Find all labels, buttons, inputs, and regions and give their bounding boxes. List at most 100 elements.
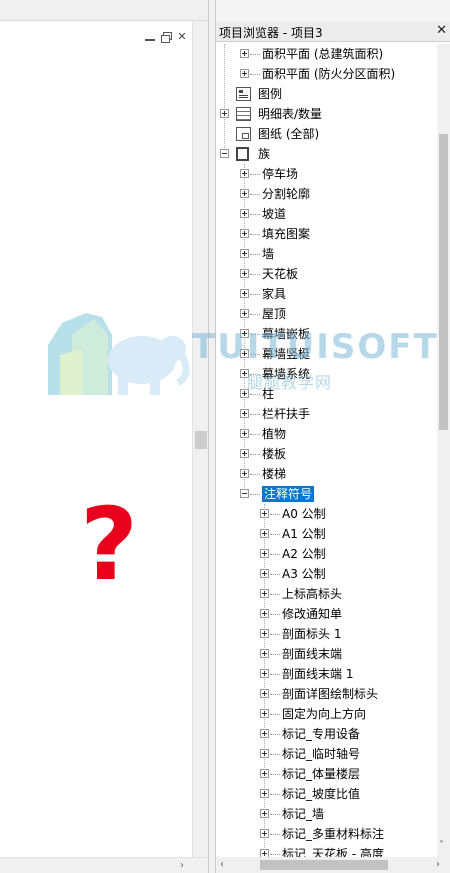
tree-item[interactable]: 停车场: [216, 164, 437, 184]
expand-icon[interactable]: [240, 269, 249, 278]
expand-icon[interactable]: [260, 789, 269, 798]
tree-item[interactable]: 楼梯: [216, 464, 437, 484]
expand-icon[interactable]: [260, 549, 269, 558]
tree-leaf-item[interactable]: 标记_墙: [216, 804, 437, 824]
tree-item[interactable]: 填充图案: [216, 224, 437, 244]
expand-icon[interactable]: [260, 509, 269, 518]
tree-leaf-item[interactable]: 修改通知单: [216, 604, 437, 624]
tree-leaf-item[interactable]: 剖面线末端 1: [216, 664, 437, 684]
tree-leaf-item[interactable]: 剖面详图绘制标头: [216, 684, 437, 704]
view-vertical-scroll-thumb[interactable]: [195, 431, 207, 449]
close-icon[interactable]: ✕: [176, 31, 188, 43]
tree-leaf-item[interactable]: A1 公制: [216, 524, 437, 544]
tree-item[interactable]: 图例: [216, 84, 437, 104]
expand-icon[interactable]: [260, 569, 269, 578]
scroll-right-arrow-icon[interactable]: ›: [436, 858, 440, 872]
tree-leaf-item[interactable]: 标记_天花板 - 高度: [216, 844, 437, 857]
expand-icon[interactable]: [260, 649, 269, 658]
expand-icon[interactable]: [260, 629, 269, 638]
project-browser-title-bar[interactable]: 项目浏览器 - 项目3 ✕: [216, 22, 450, 42]
expand-icon[interactable]: [260, 669, 269, 678]
browser-vertical-scroll-thumb[interactable]: [439, 134, 448, 430]
expand-icon[interactable]: [260, 809, 269, 818]
expand-icon[interactable]: [260, 829, 269, 838]
tree-leaf-item[interactable]: 固定为向上方向: [216, 704, 437, 724]
close-icon[interactable]: ✕: [436, 23, 447, 38]
tree-item[interactable]: 墙: [216, 244, 437, 264]
tree-item[interactable]: 植物: [216, 424, 437, 444]
expand-icon[interactable]: [240, 429, 249, 438]
tree-leaf-item[interactable]: A2 公制: [216, 544, 437, 564]
tree-item[interactable]: 面积平面 (防火分区面积): [216, 64, 437, 84]
expand-icon[interactable]: [240, 349, 249, 358]
tree-item[interactable]: 家具: [216, 284, 437, 304]
expand-icon[interactable]: [240, 69, 249, 78]
tree-leaf-item[interactable]: A3 公制: [216, 564, 437, 584]
expand-icon[interactable]: [260, 529, 269, 538]
view-pane[interactable]: ✕ ? ›: [0, 0, 208, 873]
expand-icon[interactable]: [240, 249, 249, 258]
browser-horizontal-scrollbar[interactable]: ‹ ›: [216, 857, 450, 873]
expand-icon[interactable]: [260, 589, 269, 598]
scroll-right-arrow-icon[interactable]: ›: [180, 859, 184, 873]
tree-item[interactable]: 面积平面 (总建筑面积): [216, 44, 437, 64]
tree-item[interactable]: 柱: [216, 384, 437, 404]
tree-leaf-item[interactable]: 剖面线末端: [216, 644, 437, 664]
expand-icon[interactable]: [240, 49, 249, 58]
expand-icon[interactable]: [240, 229, 249, 238]
tree-leaf-item[interactable]: 剖面标头 1: [216, 624, 437, 644]
tree-item[interactable]: 明细表/数量: [216, 104, 437, 124]
tree-leaf-item[interactable]: 标记_专用设备: [216, 724, 437, 744]
scroll-down-arrow-icon[interactable]: ˅: [439, 839, 444, 853]
tree-item[interactable]: 栏杆扶手: [216, 404, 437, 424]
tree-leaf-item[interactable]: 标记_临时轴号: [216, 744, 437, 764]
minimize-icon[interactable]: [144, 31, 156, 43]
expand-icon[interactable]: [220, 109, 229, 118]
tree-item[interactable]: 分割轮廓: [216, 184, 437, 204]
tree-item[interactable]: 族: [216, 144, 437, 164]
expand-icon[interactable]: [240, 309, 249, 318]
expand-icon[interactable]: [240, 469, 249, 478]
tree-item[interactable]: 幕墙竖梃: [216, 344, 437, 364]
browser-vertical-scrollbar[interactable]: ˅: [437, 44, 450, 857]
tree-item[interactable]: 坡道: [216, 204, 437, 224]
expand-icon[interactable]: [240, 209, 249, 218]
tree-item[interactable]: 幕墙系统: [216, 364, 437, 384]
tree-item[interactable]: 天花板: [216, 264, 437, 284]
collapse-icon[interactable]: [220, 149, 229, 158]
expand-icon[interactable]: [260, 749, 269, 758]
expand-icon[interactable]: [260, 709, 269, 718]
expand-icon[interactable]: [240, 169, 249, 178]
tree-item-label: 明细表/数量: [258, 107, 323, 121]
expand-icon[interactable]: [240, 289, 249, 298]
expand-icon[interactable]: [240, 369, 249, 378]
tree-leaf-item[interactable]: A0 公制: [216, 504, 437, 524]
tree-item[interactable]: 幕墙嵌板: [216, 324, 437, 344]
restore-icon[interactable]: [160, 31, 172, 43]
view-horizontal-scrollbar[interactable]: ›: [0, 857, 208, 873]
expand-icon[interactable]: [240, 449, 249, 458]
expand-icon[interactable]: [260, 769, 269, 778]
expand-icon[interactable]: [240, 409, 249, 418]
project-tree[interactable]: 面积平面 (总建筑面积) 面积平面 (防火分区面积) 图例明细表/数量图纸 (全部)…: [216, 44, 437, 857]
expand-icon[interactable]: [260, 609, 269, 618]
tree-leaf-item[interactable]: 上标高标头: [216, 584, 437, 604]
scroll-left-arrow-icon[interactable]: ‹: [220, 858, 224, 872]
tree-leaf-item[interactable]: 标记_体量楼层: [216, 764, 437, 784]
expand-icon[interactable]: [260, 689, 269, 698]
collapse-icon[interactable]: [240, 489, 249, 498]
tree-item[interactable]: 屋顶: [216, 304, 437, 324]
expand-icon[interactable]: [240, 389, 249, 398]
expand-icon[interactable]: [240, 189, 249, 198]
pane-splitter[interactable]: [208, 0, 216, 873]
tree-item[interactable]: 楼板: [216, 444, 437, 464]
view-vertical-scrollbar[interactable]: [192, 21, 208, 857]
tree-item[interactable]: 图纸 (全部): [216, 124, 437, 144]
tree-leaf-item[interactable]: 标记_多重材料标注: [216, 824, 437, 844]
expand-icon[interactable]: [240, 329, 249, 338]
tree-leaf-item[interactable]: 标记_坡度比值: [216, 784, 437, 804]
expand-icon[interactable]: [260, 729, 269, 738]
expand-icon[interactable]: [260, 849, 269, 857]
tree-item[interactable]: 注释符号: [216, 484, 437, 504]
browser-horizontal-scroll-thumb[interactable]: [260, 860, 388, 870]
